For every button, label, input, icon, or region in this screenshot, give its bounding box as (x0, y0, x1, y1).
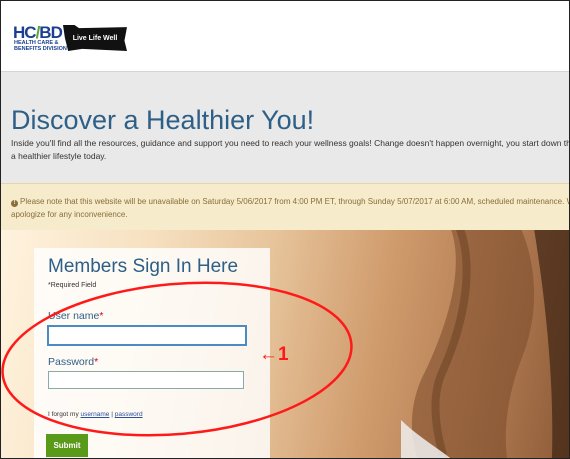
username-label: User name* (48, 310, 103, 322)
notice-message: ! Please note that this website will be u… (11, 196, 570, 221)
username-label-text: User name (48, 310, 100, 322)
info-circle-icon: ! (11, 200, 18, 207)
live-life-well-badge: Live Life Well (63, 25, 127, 51)
forgot-password-link[interactable]: password (115, 411, 143, 418)
password-label-text: Password (48, 356, 95, 368)
password-required-star: * (94, 356, 99, 368)
username-input[interactable] (47, 325, 247, 346)
notice-text: Please note that this website will be un… (11, 197, 570, 219)
required-field-note: *Required Field (48, 282, 97, 289)
runner-leg-image (401, 230, 569, 458)
submit-button[interactable]: Submit (46, 434, 88, 457)
logo-subtitle: HEALTH CARE & BENEFITS DIVISION (14, 40, 67, 52)
annotation-callout: ←1 (259, 344, 289, 365)
page-title: Discover a Healthier You! (11, 105, 315, 135)
maintenance-notice: ! Please note that this website will be u… (1, 183, 570, 231)
hero-description: Inside you'll find all the resources, gu… (11, 138, 570, 161)
hero-banner: Discover a Healthier You! Inside you'll … (1, 71, 570, 184)
page-frame: HC/BD HEALTH CARE & BENEFITS DIVISION Li… (0, 0, 570, 459)
sign-in-panel: Members Sign In Here *Required Field Use… (34, 248, 270, 458)
password-input[interactable] (48, 371, 244, 389)
username-required-star: * (99, 310, 104, 322)
password-label: Password* (48, 356, 98, 368)
forgot-credentials: I forgot my username | password (48, 411, 143, 418)
forgot-prefix: I forgot my (48, 411, 81, 418)
forgot-username-link[interactable]: username (81, 411, 110, 418)
hcbd-logo[interactable]: HC/BD HEALTH CARE & BENEFITS DIVISION (13, 23, 67, 53)
site-header: HC/BD HEALTH CARE & BENEFITS DIVISION Li… (1, 1, 569, 71)
sign-in-title: Members Sign In Here (48, 256, 239, 277)
